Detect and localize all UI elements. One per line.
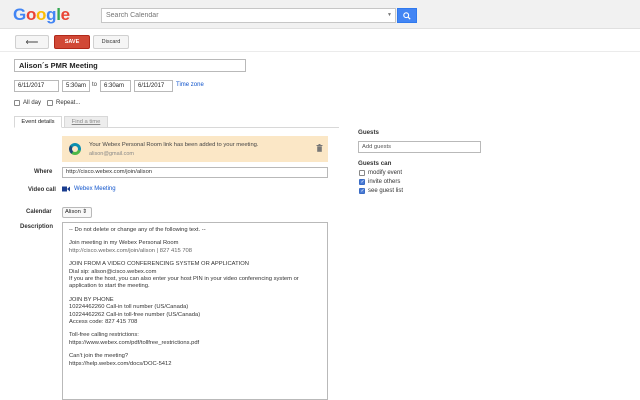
search-button[interactable] <box>397 8 417 23</box>
desc-line: -- Do not delete or change any of the fo… <box>69 227 206 233</box>
desc-line: https://help.webex.com/docs/DOC-5412 <box>69 360 172 367</box>
repeat-label: Repeat... <box>56 100 81 106</box>
desc-line: Dial sip: alison@cisco.webex.com <box>69 268 157 275</box>
see-guest-list-checkbox[interactable] <box>359 188 365 194</box>
top-bar: Google ▼ <box>0 0 640 29</box>
logo-letter: o <box>25 5 37 24</box>
webex-meeting-link[interactable]: Webex Meeting <box>74 186 116 192</box>
google-logo[interactable]: Google <box>13 6 70 23</box>
where-label: Where <box>34 169 53 175</box>
logo-letter: g <box>46 5 57 24</box>
timezone-link[interactable]: Time zone <box>176 82 204 88</box>
end-date-field[interactable]: 6/11/2017 <box>134 80 173 92</box>
calendar-select[interactable]: Alison ⇕ <box>62 207 92 218</box>
see-guest-list-label: see guest list <box>368 188 404 194</box>
tab-divider <box>14 127 339 128</box>
all-day-label: All day <box>23 100 42 106</box>
desc-line: https://www.webex.com/pdf/tollfree_restr… <box>69 339 200 346</box>
discard-button[interactable]: Discard <box>93 35 129 49</box>
desc-line: http://cisco.webex.com/join/alison | 827… <box>69 247 192 254</box>
start-date-field[interactable]: 6/11/2017 <box>14 80 59 92</box>
video-call-label: Video call <box>28 187 56 193</box>
logo-letter: o <box>36 5 47 24</box>
search-box: ▼ <box>101 8 396 23</box>
trash-icon[interactable] <box>316 144 323 152</box>
desc-line: JOIN FROM A VIDEO CONFERENCING SYSTEM OR… <box>69 261 249 268</box>
all-day-checkbox[interactable] <box>14 100 20 106</box>
desc-line: Can't join the meeting? <box>69 353 129 360</box>
tab-find-a-time[interactable]: Find a time <box>64 116 108 128</box>
invite-others-label: invite others <box>368 179 401 185</box>
desc-line: Toll-free calling restrictions: <box>69 332 139 339</box>
event-title-input[interactable]: Alison´s PMR Meeting <box>14 59 246 72</box>
tab-event-details[interactable]: Event details <box>14 116 62 128</box>
modify-event-label: modify event <box>368 170 403 176</box>
search-options-icon[interactable]: ▼ <box>387 12 392 18</box>
desc-line: Access code: 827 415 708 <box>69 319 138 326</box>
search-icon <box>403 11 411 20</box>
guests-can-heading: Guests can <box>358 160 392 167</box>
calendar-label: Calendar <box>26 209 52 215</box>
modify-event-checkbox[interactable] <box>359 170 365 176</box>
desc-line: If you are the host, you can also enter … <box>69 276 299 283</box>
invite-others-checkbox[interactable] <box>359 179 365 185</box>
logo-letter: G <box>13 5 26 24</box>
desc-line: JOIN BY PHONE <box>69 296 114 303</box>
desc-line: 10224462262 Call-in toll-free number (US… <box>69 311 201 318</box>
guests-heading: Guests <box>358 129 379 136</box>
to-label: to <box>92 82 98 88</box>
description-label: Description <box>20 224 54 230</box>
desc-line: application to start the meeting. <box>69 283 150 290</box>
banner-message: Your Webex Personal Room link has been a… <box>89 142 259 148</box>
back-button[interactable]: ⟵ <box>15 35 49 49</box>
action-bar: ⟵ SAVE Discard <box>0 30 640 52</box>
repeat-checkbox[interactable] <box>47 100 53 106</box>
video-call-link[interactable]: Webex Meeting <box>62 186 116 192</box>
logo-letter: e <box>60 5 70 24</box>
video-camera-icon <box>62 186 70 192</box>
desc-line: 10224462260 Call-in toll number (US/Cana… <box>69 304 189 311</box>
end-time-field[interactable]: 6:30am <box>100 80 131 92</box>
where-field[interactable]: http://cisco.webex.com/join/alison <box>62 167 328 178</box>
save-button[interactable]: SAVE <box>54 35 90 49</box>
banner-email: alison@gmail.com <box>89 151 135 157</box>
description-field[interactable]: -- Do not delete or change any of the fo… <box>62 222 328 400</box>
webex-notification-banner: Your Webex Personal Room link has been a… <box>62 136 328 162</box>
webex-logo-icon <box>69 143 81 155</box>
add-guests-input[interactable]: Add guests <box>358 141 481 153</box>
desc-line: Join meeting in my Webex Personal Room <box>69 240 179 247</box>
search-input[interactable] <box>102 9 382 22</box>
start-time-field[interactable]: 5:30am <box>62 80 90 92</box>
